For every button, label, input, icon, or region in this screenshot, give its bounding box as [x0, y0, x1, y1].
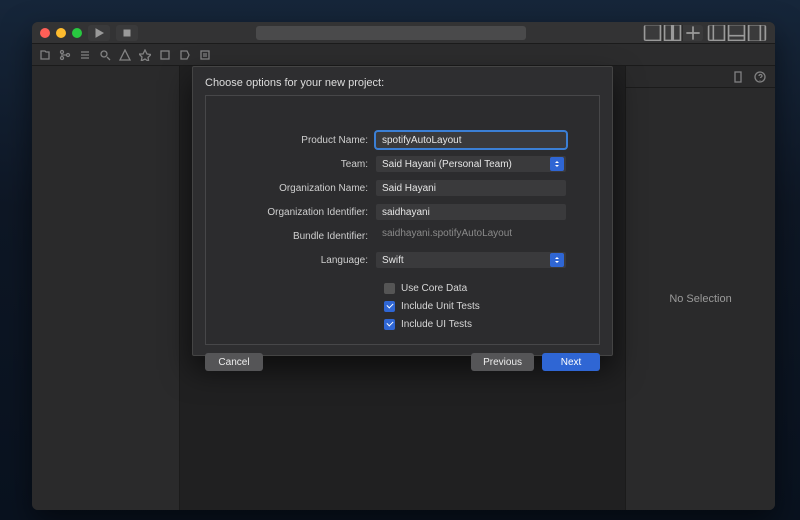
toggle-navigator-icon[interactable]: [707, 25, 727, 41]
include-ui-tests-label: Include UI Tests: [401, 319, 472, 330]
language-select[interactable]: Swift: [376, 252, 566, 268]
include-unit-tests-checkbox[interactable]: [384, 301, 395, 312]
run-button[interactable]: [88, 25, 110, 41]
navigator-pane: [32, 66, 180, 510]
team-select-value: Said Hayani (Personal Team): [382, 159, 512, 170]
sheet-title: Choose options for your new project:: [205, 77, 600, 89]
xcode-window: Choose options for your new project: Pro…: [32, 22, 775, 510]
file-inspector-icon[interactable]: [731, 70, 745, 84]
use-core-data-label: Use Core Data: [401, 283, 467, 294]
panel-toggle-segmented[interactable]: [707, 25, 767, 41]
org-name-label: Organization Name:: [236, 183, 376, 194]
product-name-label: Product Name:: [236, 135, 376, 146]
bundle-id-label: Bundle Identifier:: [236, 231, 376, 242]
dropdown-arrows-icon: [550, 253, 564, 267]
symbol-navigator-icon[interactable]: [78, 48, 92, 62]
language-label: Language:: [236, 255, 376, 266]
org-name-input[interactable]: [376, 180, 566, 196]
stop-button[interactable]: [116, 25, 138, 41]
use-core-data-checkbox[interactable]: [384, 283, 395, 294]
editor-area: Choose options for your new project: Pro…: [180, 66, 625, 510]
traffic-lights: [40, 28, 82, 38]
report-navigator-icon[interactable]: [198, 48, 212, 62]
include-ui-tests-checkbox[interactable]: [384, 319, 395, 330]
source-control-navigator-icon[interactable]: [58, 48, 72, 62]
dropdown-arrows-icon: [550, 157, 564, 171]
editor-mode-segmented[interactable]: [643, 25, 703, 41]
version-editor-icon[interactable]: [683, 25, 703, 41]
zoom-window-button[interactable]: [72, 28, 82, 38]
activity-bar: [144, 26, 637, 40]
inspector-pane: No Selection: [625, 66, 775, 510]
content-area: Choose options for your new project: Pro…: [32, 66, 775, 510]
sheet-footer: Cancel Previous Next: [205, 345, 600, 371]
next-button[interactable]: Next: [542, 353, 600, 371]
breakpoint-navigator-icon[interactable]: [178, 48, 192, 62]
team-label: Team:: [236, 159, 376, 170]
find-navigator-icon[interactable]: [98, 48, 112, 62]
new-project-options-sheet: Choose options for your new project: Pro…: [192, 66, 613, 356]
inspector-empty-text: No Selection: [626, 88, 775, 510]
toggle-debug-icon[interactable]: [727, 25, 747, 41]
org-id-label: Organization Identifier:: [236, 207, 376, 218]
quick-help-inspector-icon[interactable]: [753, 70, 767, 84]
standard-editor-icon[interactable]: [643, 25, 663, 41]
language-select-value: Swift: [382, 255, 404, 266]
org-id-input[interactable]: [376, 204, 566, 220]
assistant-editor-icon[interactable]: [663, 25, 683, 41]
team-select[interactable]: Said Hayani (Personal Team): [376, 156, 566, 172]
cancel-button[interactable]: Cancel: [205, 353, 263, 371]
test-navigator-icon[interactable]: [138, 48, 152, 62]
product-name-input[interactable]: [376, 132, 566, 148]
debug-navigator-icon[interactable]: [158, 48, 172, 62]
inspector-tab-bar: [626, 66, 775, 88]
titlebar: [32, 22, 775, 44]
activity-view: [256, 26, 526, 40]
minimize-window-button[interactable]: [56, 28, 66, 38]
toggle-inspector-icon[interactable]: [747, 25, 767, 41]
include-unit-tests-label: Include Unit Tests: [401, 301, 480, 312]
previous-button[interactable]: Previous: [471, 353, 534, 371]
sheet-form: Product Name: Team: Said Hayani (Persona…: [205, 95, 600, 345]
issue-navigator-icon[interactable]: [118, 48, 132, 62]
project-navigator-icon[interactable]: [38, 48, 52, 62]
close-window-button[interactable]: [40, 28, 50, 38]
bundle-id-value: saidhayani.spotifyAutoLayout: [376, 228, 566, 244]
navigator-tab-bar: [32, 44, 775, 66]
